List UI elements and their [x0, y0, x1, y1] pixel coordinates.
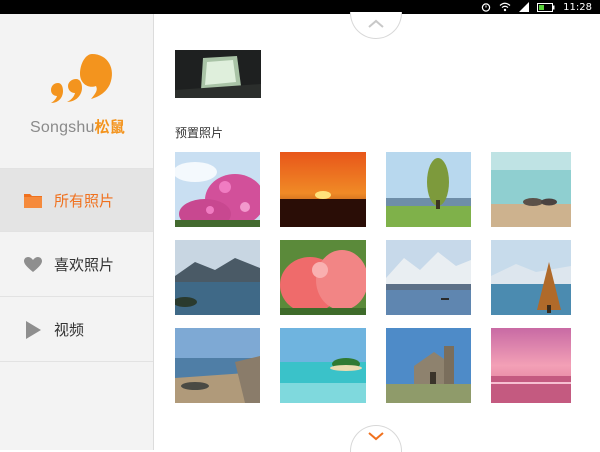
- heart-icon: [23, 255, 43, 275]
- sidebar: Songshu松鼠 所有照片 喜欢照片 视频: [0, 14, 154, 450]
- section-title: 预置照片: [175, 126, 224, 140]
- brand-name: Songshu松鼠: [30, 116, 125, 137]
- battery-icon: [537, 2, 555, 12]
- signal-icon: [519, 2, 530, 12]
- sidebar-item-videos[interactable]: 视频: [0, 298, 153, 362]
- photo-gallery: 预置照片: [154, 12, 600, 452]
- ducks-lake-photo[interactable]: [491, 152, 571, 227]
- sidebar-item-label: 所有照片: [54, 191, 115, 210]
- chevron-down-icon: [366, 430, 386, 452]
- clock-time: 11:28: [563, 1, 592, 13]
- alarm-icon: [481, 2, 491, 12]
- sidebar-item-label: 视频: [54, 321, 85, 339]
- coral-shrub-photo[interactable]: [280, 240, 366, 315]
- lake-tree-photo[interactable]: [491, 240, 571, 315]
- folder-icon: [23, 190, 43, 210]
- pink-flowers-photo[interactable]: [175, 152, 260, 227]
- status-bar: 11:28: [0, 0, 600, 14]
- pink-sky-sea-photo[interactable]: [491, 328, 571, 403]
- wifi-icon: [499, 2, 511, 12]
- sidebar-item-label: 喜欢照片: [54, 256, 115, 274]
- sunset-photo[interactable]: [280, 152, 366, 227]
- tree-meadow-photo[interactable]: [386, 152, 471, 227]
- lake-mountains-photo[interactable]: [175, 240, 260, 315]
- rocky-coast-photo[interactable]: [175, 328, 260, 403]
- sidebar-item-all-photos[interactable]: 所有照片: [0, 168, 153, 232]
- play-icon: [23, 320, 43, 340]
- chevron-up-icon: [366, 12, 386, 34]
- laptop-screen-photo[interactable]: [175, 50, 261, 98]
- scroll-up-button[interactable]: [350, 12, 402, 39]
- stone-church-photo[interactable]: [386, 328, 471, 403]
- sidebar-item-favorite-photos[interactable]: 喜欢照片: [0, 233, 153, 297]
- brand-name-en: Songshu: [30, 119, 95, 136]
- snow-mountains-photo[interactable]: [386, 240, 471, 315]
- tropical-island-photo[interactable]: [280, 328, 366, 403]
- scroll-down-button[interactable]: [350, 425, 402, 452]
- brand-name-cn: 松鼠: [94, 119, 125, 136]
